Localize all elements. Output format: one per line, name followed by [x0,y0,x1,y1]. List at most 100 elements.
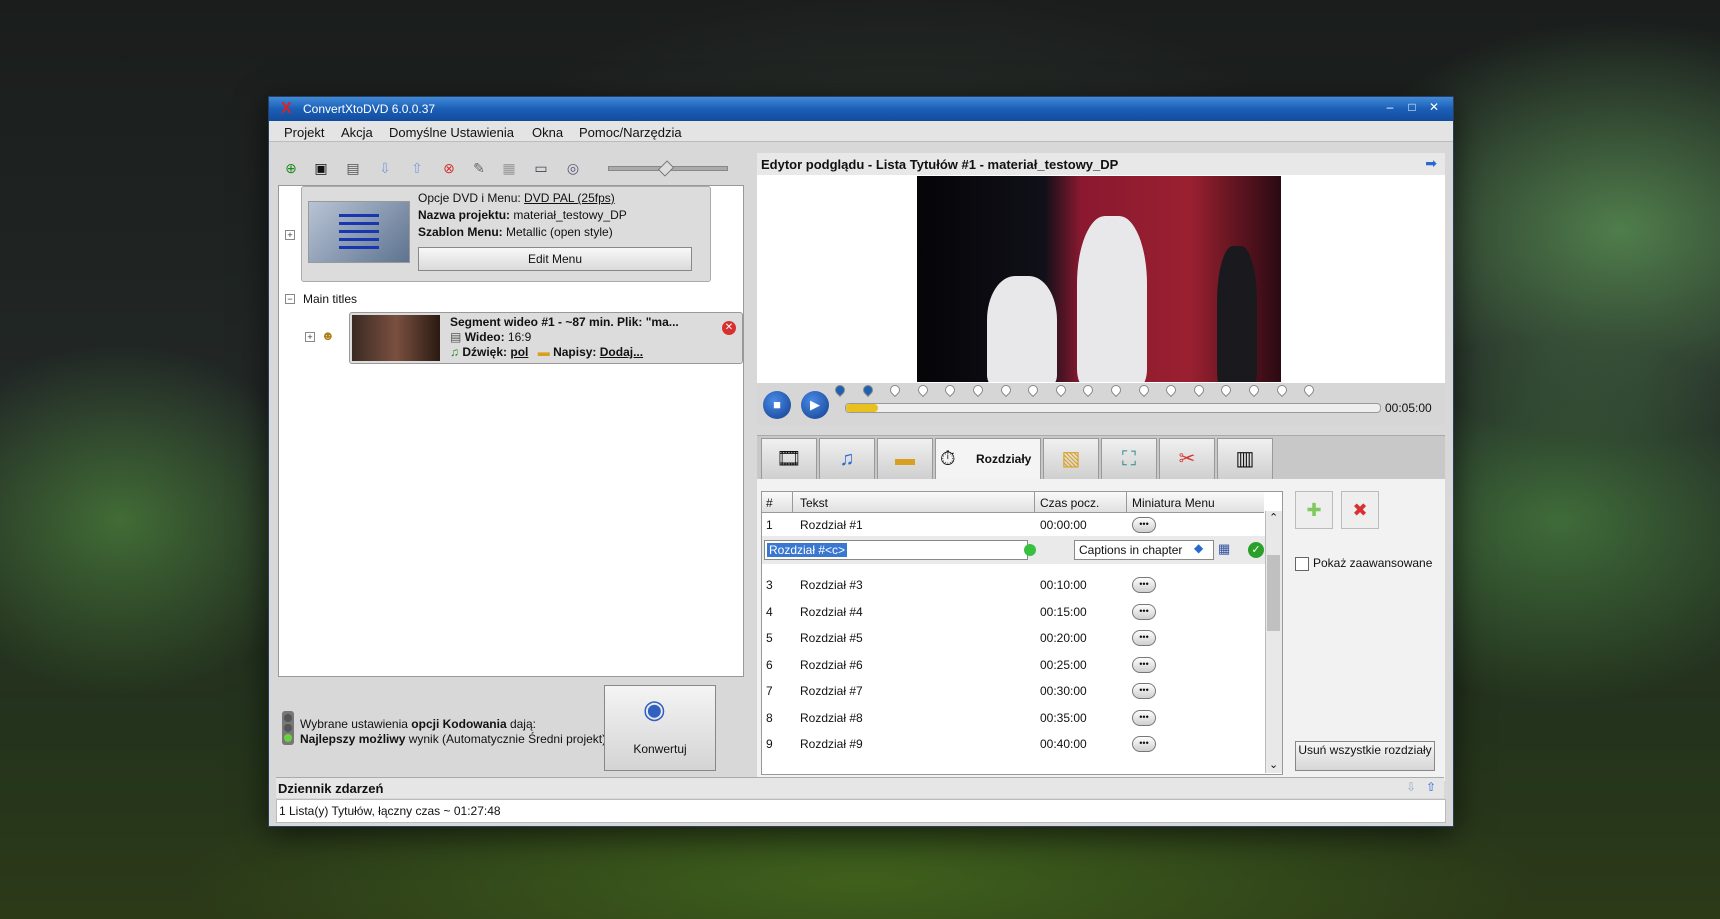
log-down-icon[interactable]: ⇩ [1406,780,1416,794]
tab-filmstrip-icon[interactable]: ▥ [1217,438,1273,480]
video-segment-box[interactable]: Segment wideo #1 - ~87 min. Plik: "ma...… [349,312,743,364]
thumbnail-options-button[interactable]: ••• [1132,736,1156,752]
table-row[interactable]: 5 Rozdział #5 00:20:00 ••• [762,625,1264,651]
menu-projekt[interactable]: Projekt [284,125,324,140]
menu-domyslne-ustawienia[interactable]: Domyślne Ustawienia [389,125,514,140]
move-up-icon[interactable]: ⇧ [408,159,426,177]
chapter-marker-icon[interactable] [1026,382,1041,398]
chapter-marker-icon[interactable] [1136,382,1151,398]
forward-arrow-icon[interactable]: ➡ [1425,155,1437,172]
tab-cut-icon[interactable]: ✂ [1159,438,1215,480]
chapter-marker-icon[interactable] [1081,382,1096,398]
move-down-icon[interactable]: ⇩ [376,159,394,177]
close-window-button[interactable]: ✕ [1425,100,1443,114]
captions-combo[interactable]: Captions in chapter [1074,540,1214,560]
chapter-marker-icon[interactable] [1246,382,1262,398]
table-row[interactable]: 8 Rozdział #8 00:35:00 ••• [762,705,1264,731]
table-row[interactable]: 1 Rozdział #1 00:00:00 ••• [762,512,1264,538]
dvd-expand-icon[interactable]: + [285,230,295,240]
main-titles-collapse-icon[interactable]: − [285,294,295,304]
table-row[interactable]: 3 Rozdział #3 00:10:00 ••• [762,572,1264,598]
chapter-marker-icon[interactable] [860,382,875,398]
remove-segment-icon[interactable]: ✕ [722,321,736,335]
add-chapter-icon[interactable]: ✚ [1295,491,1333,529]
chapter-marker-icon[interactable] [970,382,986,398]
tab-chapters-label: Rozdziały [976,452,1032,466]
zoom-slider[interactable] [608,160,728,177]
chapter-marker-icon[interactable] [998,382,1013,398]
tools-icon[interactable]: ✎ [470,159,488,177]
delete-chapter-icon[interactable]: ✖ [1341,491,1379,529]
film-settings-icon[interactable]: ▤ [344,159,362,177]
edit-menu-button[interactable]: Edit Menu [418,247,692,271]
scrollbar-thumb[interactable] [1267,555,1280,631]
add-subtitles-link[interactable]: Dodaj... [600,345,643,359]
tab-crop-icon[interactable]: ⛶ [1101,438,1157,480]
chapter-marker-icon[interactable] [1191,382,1206,398]
col-text[interactable]: Tekst [800,496,828,510]
maximize-button[interactable]: □ [1403,100,1421,114]
thumbnail-picker-icon[interactable]: ▦ [1218,541,1230,557]
scroll-down-icon[interactable]: ⌄ [1269,758,1278,771]
remove-icon[interactable]: ⊗ [440,159,458,177]
dvd-options-link[interactable]: DVD PAL (25fps) [524,191,615,205]
convert-button[interactable]: ◉ Konwertuj [604,685,716,771]
disc-icon[interactable]: ◎ [564,159,582,177]
col-start-time[interactable]: Czas pocz. [1040,496,1099,510]
dvd-options-box[interactable]: Opcje DVD i Menu: DVD PAL (25fps) Nazwa … [301,186,711,282]
thumbnail-options-button[interactable]: ••• [1132,709,1156,726]
captions-combo-value: Captions in chapter [1079,543,1183,557]
thumbnail-options-button[interactable]: ••• [1132,656,1156,673]
confirm-check-icon[interactable]: ✓ [1248,542,1264,558]
audio-language-link[interactable]: pol [510,345,528,359]
grid-icon[interactable]: ▦ [500,159,518,177]
thumbnail-options-button[interactable]: ••• [1132,517,1156,533]
thumbnail-options-button[interactable]: ••• [1132,603,1156,620]
thumbnail-options-button[interactable]: ••• [1132,577,1156,593]
col-menu-thumbnail[interactable]: Miniatura Menu [1132,496,1215,510]
chapter-marker-icon[interactable] [832,382,848,398]
menu-pomoc[interactable]: Pomoc/Narzędzia [579,125,682,140]
remove-all-chapters-button[interactable]: Usuń wszystkie rozdziały [1295,741,1435,771]
segment-expand-icon[interactable]: + [305,332,315,342]
chapter-marker-icon[interactable] [1302,382,1317,398]
zoom-slider-handle[interactable] [657,160,675,177]
thumbnail-options-button[interactable]: ••• [1132,683,1156,699]
thumbnail-options-button[interactable]: ••• [1132,630,1156,646]
tab-audio-icon[interactable]: ♫ [819,438,875,480]
chapter-marker-icon[interactable] [1219,382,1234,398]
col-number[interactable]: # [766,496,773,510]
chapter-marker-icon[interactable] [1053,382,1068,398]
add-icon[interactable]: ⊕ [282,159,300,177]
seek-track[interactable] [845,403,1381,413]
table-row[interactable]: 9 Rozdział #9 00:40:00 ••• [762,731,1264,757]
title-bar[interactable]: X ConvertXtoDVD 6.0.0.37 – □ ✕ [269,97,1453,121]
menu-akcja[interactable]: Akcja [341,125,373,140]
scroll-up-icon[interactable]: ⌃ [1269,511,1278,524]
tab-subtitles-icon[interactable]: ▬ [877,438,933,480]
chapters-scrollbar[interactable]: ⌃ ⌄ [1265,511,1282,773]
table-row[interactable]: 7 Rozdział #7 00:30:00 ••• [762,678,1264,704]
table-row[interactable]: 6 Rozdział #6 00:25:00 ••• [762,652,1264,678]
chapter-marker-icon[interactable] [915,382,930,398]
combo-dropdown-icon[interactable]: ◆ [1194,541,1203,555]
chapter-marker-icon[interactable] [943,382,958,398]
stop-button[interactable]: ■ [763,391,791,419]
log-up-icon[interactable]: ⇧ [1426,780,1436,794]
video-frame[interactable] [917,176,1281,382]
chapter-marker-icon[interactable] [1274,382,1289,398]
menu-okna[interactable]: Okna [532,125,563,140]
monitor-icon[interactable]: ▭ [532,159,550,177]
minimize-button[interactable]: – [1381,100,1399,114]
tab-video-icon[interactable]: 🎞 [761,438,817,480]
table-row[interactable]: 4 Rozdział #4 00:15:00 ••• [762,599,1264,625]
save-icon[interactable]: ▣ [312,159,330,177]
tab-menu-image-icon[interactable]: ▧ [1043,438,1099,480]
chapter-marker-icon[interactable] [1164,382,1179,398]
chapter-marker-icon[interactable] [888,382,903,398]
show-advanced-checkbox[interactable] [1295,557,1309,571]
play-button[interactable]: ▶ [801,391,829,419]
tab-chapters[interactable]: ⏱ Rozdziały [935,438,1041,480]
chapter-marker-icon[interactable] [1108,382,1124,398]
chapter-text-input[interactable]: Rozdział #<c> [764,540,1028,560]
